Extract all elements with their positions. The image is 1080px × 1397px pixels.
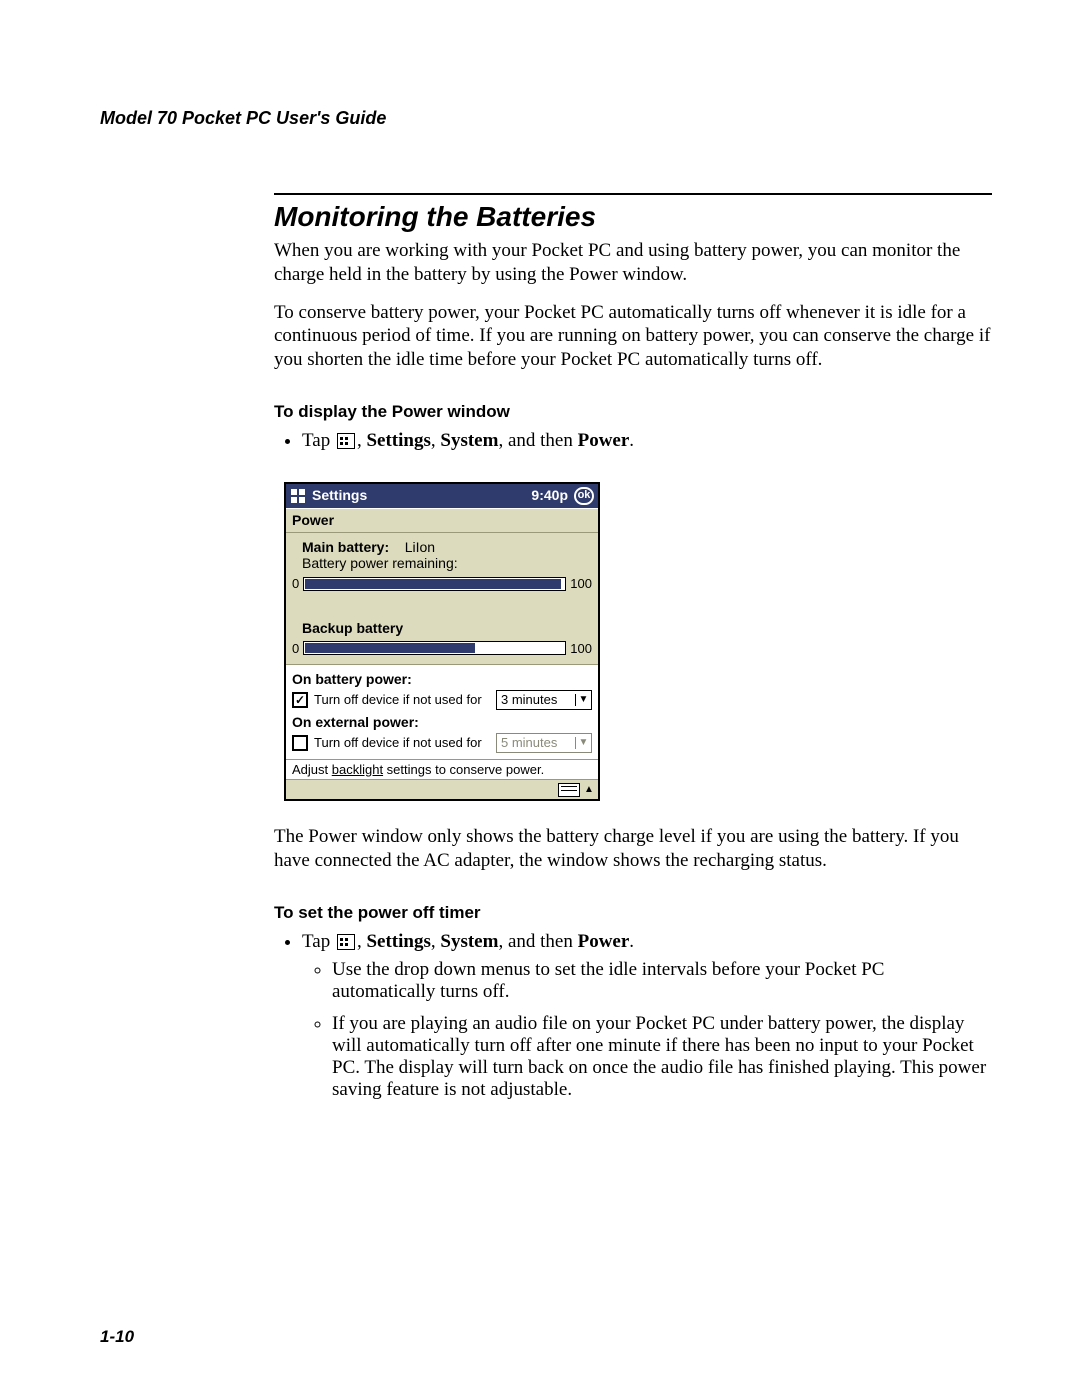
nav-mid: , and then	[498, 430, 577, 451]
external-timeout-value: 5 minutes	[497, 735, 575, 751]
external-power-heading: On external power:	[292, 714, 592, 731]
main-battery-gauge-row: 0 100	[292, 576, 592, 592]
nav-system-2: System	[440, 931, 498, 952]
remaining-label: Battery power remaining:	[292, 555, 592, 572]
sip-up-icon[interactable]: ▲	[582, 784, 596, 796]
start-flag-icon[interactable]	[290, 488, 308, 504]
battery-turnoff-checkbox[interactable]: ✓	[292, 692, 308, 708]
nav-power: Power	[578, 430, 630, 451]
battery-timeout-select[interactable]: 3 minutes ▼	[496, 690, 592, 710]
gauge-max-2: 100	[570, 641, 592, 657]
step-open-power: Tap , Settings, System, and then Power.	[302, 430, 992, 452]
nav-settings: Settings	[366, 430, 430, 451]
pp-subtitle: Power	[286, 508, 598, 533]
hint-post: settings to conserve power.	[383, 762, 544, 777]
subhead-display-power: To display the Power window	[274, 402, 992, 422]
backup-battery-label: Backup battery	[292, 620, 592, 637]
external-turnoff-checkbox[interactable]	[292, 735, 308, 751]
subhead-set-timer: To set the power off timer	[274, 903, 992, 923]
gauge-max: 100	[570, 576, 592, 592]
external-turnoff-text: Turn off device if not used for	[314, 736, 490, 750]
gauge-min-2: 0	[292, 641, 299, 657]
nav-power-2: Power	[578, 931, 630, 952]
battery-timeout-value: 3 minutes	[497, 692, 575, 708]
backlight-link[interactable]: backlight	[332, 762, 383, 777]
intro-paragraph-2: To conserve battery power, your Pocket P…	[274, 301, 992, 372]
nav-tail: .	[629, 430, 634, 451]
hint-pre: Adjust	[292, 762, 332, 777]
pp-clock: 9:40p	[531, 487, 568, 504]
start-icon	[337, 934, 355, 950]
battery-turnoff-text: Turn off device if not used for	[314, 693, 490, 707]
main-battery-gauge	[303, 577, 566, 591]
page-number: 1-10	[100, 1327, 134, 1347]
section-title: Monitoring the Batteries	[274, 201, 992, 233]
pp-app-title: Settings	[312, 487, 531, 504]
section-rule	[274, 193, 992, 195]
gauge-min: 0	[292, 576, 299, 592]
backup-battery-gauge-row: 0 100	[292, 641, 592, 657]
pocketpc-screenshot: Settings 9:40p ok Power Main battery: Li…	[284, 482, 600, 802]
post-screenshot-paragraph: The Power window only shows the battery …	[274, 825, 992, 873]
backup-battery-gauge	[303, 641, 566, 655]
step-open-power-2: Tap , Settings, System, and then Power. …	[302, 931, 992, 1101]
chevron-down-icon: ▼	[575, 694, 591, 706]
main-battery-type: LiIon	[405, 539, 435, 555]
pp-bottombar: ▲	[286, 779, 598, 799]
backlight-hint: Adjust backlight settings to conserve po…	[286, 759, 598, 780]
start-icon	[337, 433, 355, 449]
pp-titlebar: Settings 9:40p ok	[286, 484, 598, 508]
nav-mid-2: , and then	[498, 931, 577, 952]
tap-prefix-2: Tap	[302, 931, 335, 952]
nav-system: System	[440, 430, 498, 451]
nav-tail-2: .	[629, 931, 634, 952]
ok-button[interactable]: ok	[574, 487, 594, 505]
battery-power-heading: On battery power:	[292, 671, 592, 688]
running-head: Model 70 Pocket PC User's Guide	[100, 108, 992, 129]
chevron-down-icon: ▼	[575, 737, 591, 749]
nav-settings-2: Settings	[366, 931, 430, 952]
keyboard-icon[interactable]	[558, 783, 580, 797]
substep-audio-note: If you are playing an audio file on your…	[332, 1013, 992, 1101]
intro-paragraph-1: When you are working with your Pocket PC…	[274, 239, 992, 287]
external-timeout-select[interactable]: 5 minutes ▼	[496, 733, 592, 753]
main-battery-label: Main battery:	[302, 539, 389, 555]
substep-dropdown: Use the drop down menus to set the idle …	[332, 959, 992, 1003]
tap-prefix: Tap	[302, 430, 335, 451]
